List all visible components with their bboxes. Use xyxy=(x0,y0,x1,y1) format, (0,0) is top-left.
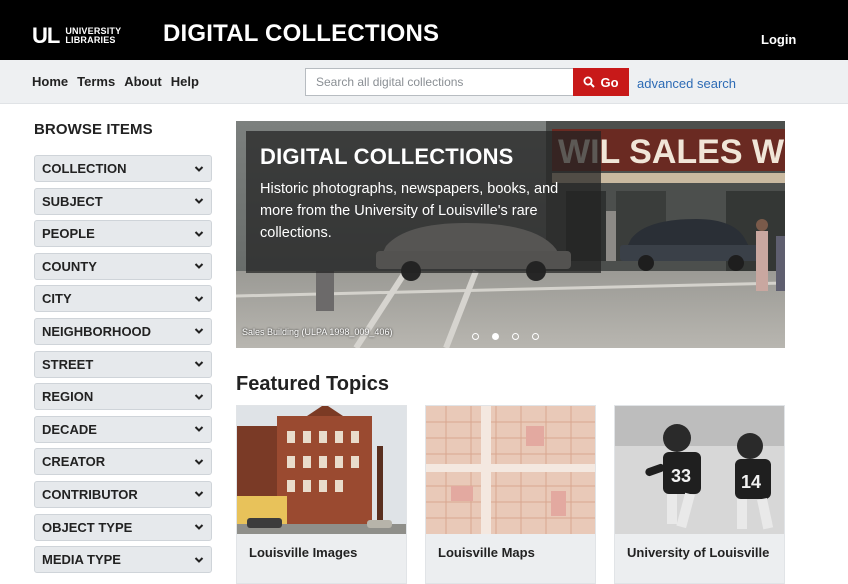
chevron-down-icon xyxy=(194,426,204,433)
browse-item-decade[interactable]: DECADE xyxy=(34,415,212,443)
chevron-down-icon xyxy=(194,198,204,205)
go-label: Go xyxy=(600,74,619,90)
browse-item-label: DECADE xyxy=(42,421,97,437)
carousel-indicators xyxy=(472,333,539,340)
featured-cards: Louisville Images Louisville Maps 33 14 … xyxy=(236,405,785,584)
browse-item-label: OBJECT TYPE xyxy=(42,519,133,535)
hero-title: DIGITAL COLLECTIONS xyxy=(260,144,514,169)
browse-item-object-type[interactable]: OBJECT TYPE xyxy=(34,513,212,541)
chevron-down-icon xyxy=(194,296,204,302)
logo-line-2: LIBRARIES xyxy=(65,35,116,45)
chevron-down-icon xyxy=(194,491,204,498)
browse-items-heading: BROWSE ITEMS xyxy=(34,121,153,138)
chevron-down-icon xyxy=(194,230,204,237)
featured-card-louisville-images[interactable]: Louisville Images xyxy=(236,405,407,584)
carousel-dot[interactable] xyxy=(472,333,479,340)
browse-item-label: SUBJECT xyxy=(42,193,103,209)
browse-list: COLLECTION SUBJECT PEOPLE COUNTY CITY NE… xyxy=(34,155,212,579)
chevron-down-icon xyxy=(194,459,204,465)
advanced-search-link[interactable]: advanced search xyxy=(637,76,736,91)
chevron-down-icon xyxy=(194,393,204,400)
nav-bar: Home Terms About Help Go advanced search xyxy=(0,60,848,104)
chevron-down-icon xyxy=(194,556,204,563)
search-icon xyxy=(583,76,596,88)
browse-item-label: COUNTY xyxy=(42,258,97,274)
featured-card-university-of-louisville[interactable]: 33 14 University of Louisville xyxy=(614,405,785,584)
carousel-dot[interactable] xyxy=(512,333,519,340)
nav-links: Home Terms About Help xyxy=(32,74,199,89)
search-form: Go xyxy=(305,68,629,96)
university-libraries-logo[interactable]: UL UNIVERSITY LIBRARIES xyxy=(32,25,121,47)
browse-item-label: NEIGHBORHOOD xyxy=(42,323,152,339)
browse-item-creator[interactable]: CREATOR xyxy=(34,448,212,476)
browse-item-county[interactable]: COUNTY xyxy=(34,252,212,280)
nav-help-link[interactable]: Help xyxy=(171,74,199,89)
logo-mark: UL xyxy=(32,23,60,48)
featured-topics-heading: Featured Topics xyxy=(236,373,389,395)
browse-item-label: COLLECTION xyxy=(42,161,127,176)
logo-text: UNIVERSITY LIBRARIES xyxy=(65,27,121,45)
brick-building-image xyxy=(237,406,406,534)
chevron-down-icon xyxy=(194,263,204,270)
hero-description: Historic photographs, newspapers, books,… xyxy=(260,181,559,241)
browse-item-collection[interactable]: COLLECTION xyxy=(34,155,212,182)
browse-item-region[interactable]: REGION xyxy=(34,383,212,411)
chevron-down-icon xyxy=(194,524,204,530)
chevron-down-icon xyxy=(194,328,204,335)
browse-item-label: MEDIA TYPE xyxy=(42,552,121,568)
carousel-dot[interactable] xyxy=(532,333,539,340)
card-label: Louisville Images xyxy=(249,545,358,560)
historic-map-image xyxy=(426,406,595,534)
nav-about-link[interactable]: About xyxy=(124,74,162,89)
hero-carousel[interactable]: WIL SALES WO DIGITAL COLLECTIONS Histori… xyxy=(236,121,785,348)
browse-item-subject[interactable]: SUBJECT xyxy=(34,187,212,215)
carousel-dot[interactable] xyxy=(492,333,499,340)
featured-card-louisville-maps[interactable]: Louisville Maps xyxy=(425,405,596,584)
card-label: Louisville Maps xyxy=(438,545,535,560)
chevron-down-icon xyxy=(194,165,204,172)
browse-item-label: STREET xyxy=(42,356,94,372)
search-go-button[interactable]: Go xyxy=(573,68,629,96)
browse-item-label: REGION xyxy=(42,389,94,405)
nav-terms-link[interactable]: Terms xyxy=(77,74,115,89)
browse-item-people[interactable]: PEOPLE xyxy=(34,220,212,248)
login-link[interactable]: Login xyxy=(761,32,796,47)
browse-item-street[interactable]: STREET xyxy=(34,350,212,378)
svg-text:14: 14 xyxy=(741,472,761,492)
card-label: University of Louisville xyxy=(627,545,770,560)
browse-item-media-type[interactable]: MEDIA TYPE xyxy=(34,546,212,574)
chevron-down-icon xyxy=(194,361,204,367)
search-input[interactable] xyxy=(305,68,573,96)
site-title[interactable]: DIGITAL COLLECTIONS xyxy=(163,20,439,48)
browse-item-neighborhood[interactable]: NEIGHBORHOOD xyxy=(34,317,212,345)
browse-item-label: CREATOR xyxy=(42,454,106,470)
browse-item-contributor[interactable]: CONTRIBUTOR xyxy=(34,480,212,508)
football-players-image: 33 14 xyxy=(615,406,784,534)
browse-item-city[interactable]: CITY xyxy=(34,285,212,313)
svg-text:33: 33 xyxy=(671,466,691,486)
browse-item-label: CITY xyxy=(42,291,72,307)
hero-caption: Sales Building (ULPA 1998_009_406) xyxy=(242,327,393,337)
browse-item-label: CONTRIBUTOR xyxy=(42,486,138,502)
top-header: UL UNIVERSITY LIBRARIES DIGITAL COLLECTI… xyxy=(0,0,848,60)
browse-item-label: PEOPLE xyxy=(42,226,95,242)
nav-home-link[interactable]: Home xyxy=(32,74,68,89)
